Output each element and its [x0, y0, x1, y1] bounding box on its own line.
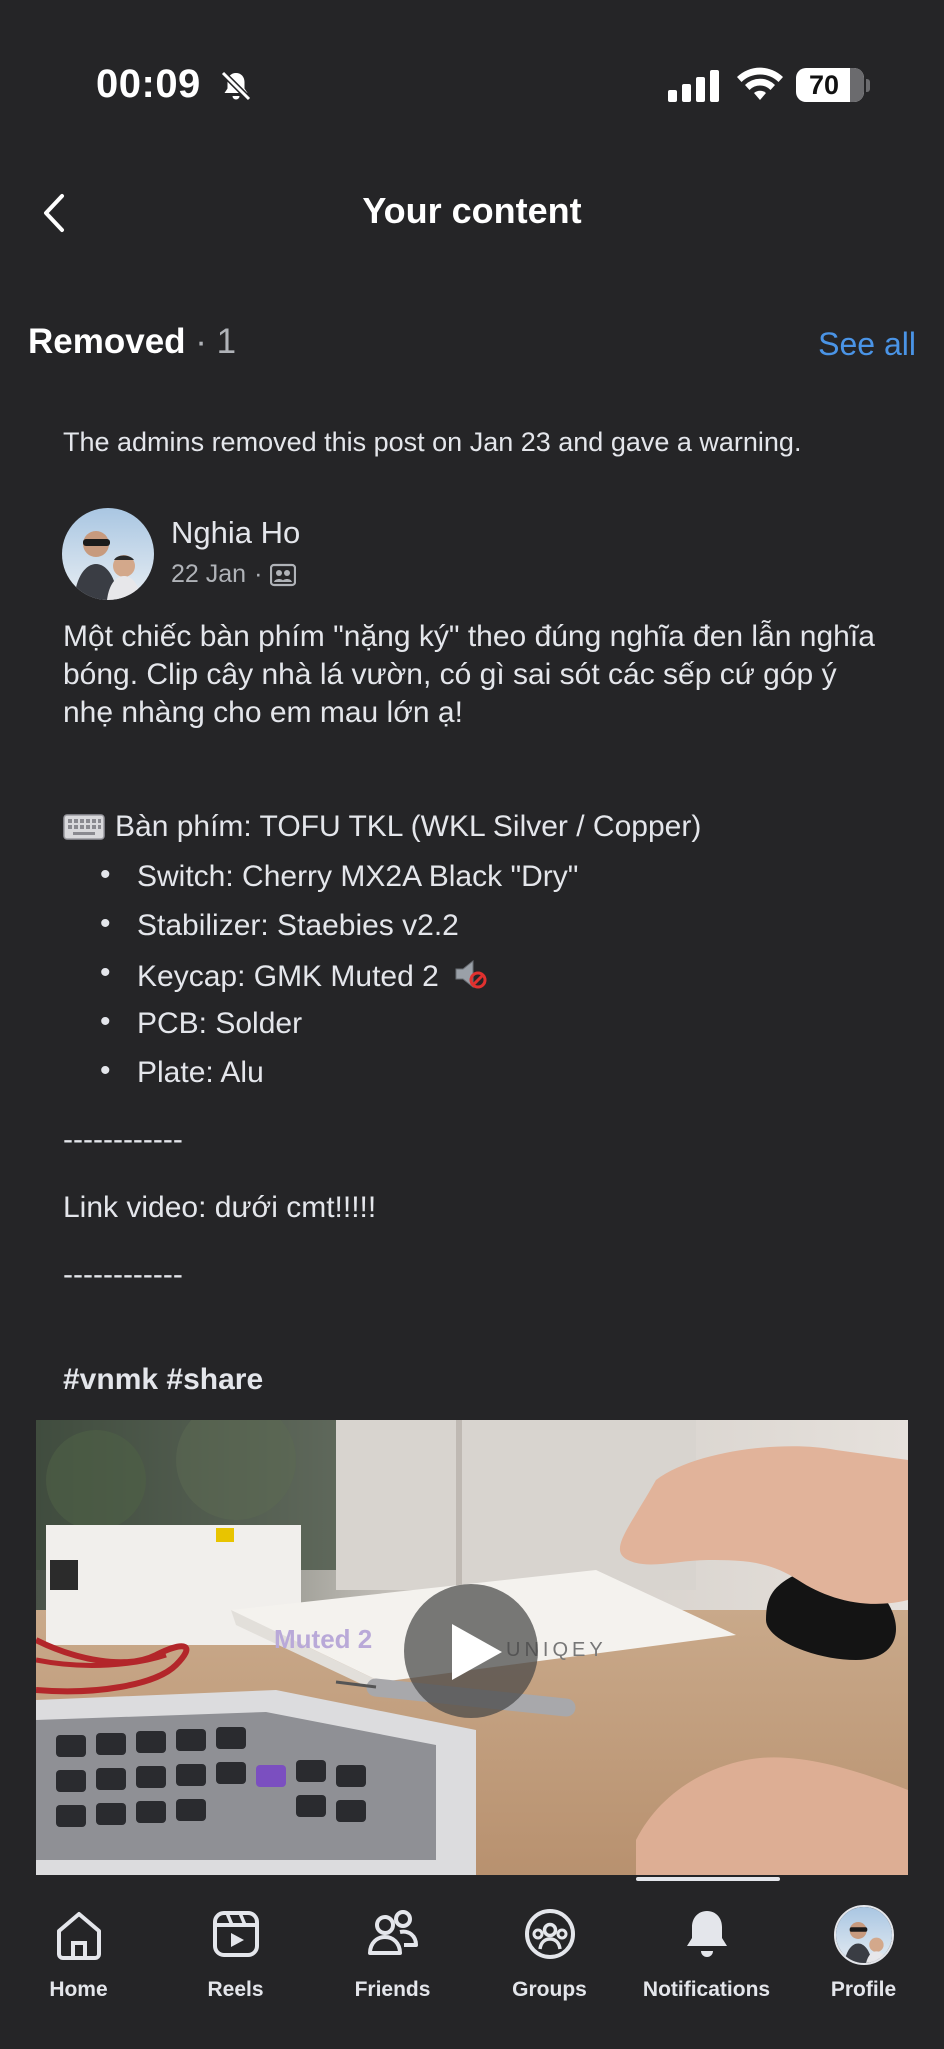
video-thumbnail[interactable]: Muted 2 UNIQEY — [36, 1420, 908, 1875]
nav-label-profile: Profile — [830, 1978, 897, 2001]
nav-notifications[interactable]: Notifications — [628, 1891, 785, 2001]
hashtags[interactable]: #vnmk #share — [63, 1363, 263, 1397]
bottom-navigation: Home Reels Friends Groups Notifications … — [0, 1877, 944, 2049]
reels-icon — [212, 1911, 259, 1957]
nav-label-home: Home — [49, 1978, 108, 2001]
keyboard-line-text: Bàn phím: TOFU TKL (WKL Silver / Copper) — [115, 810, 702, 843]
battery-tip — [866, 79, 870, 92]
author-name[interactable]: Nghia Ho — [171, 515, 300, 551]
status-bar: 00:09 70 — [0, 0, 944, 180]
play-button[interactable] — [404, 1584, 538, 1718]
nav-profile[interactable]: Profile — [785, 1891, 942, 2001]
section-title: Removed — [28, 322, 186, 361]
spec-keycap: Keycap: GMK Muted 2 — [137, 960, 439, 993]
link-video-line: Link video: dưới cmt!!!!! — [63, 1191, 377, 1224]
spec-stabilizer: Stabilizer: Staebies v2.2 — [137, 909, 459, 942]
spec-pcb: PCB: Solder — [137, 1007, 303, 1040]
post-body: Một chiếc bàn phím "nặng ký" theo đúng n… — [63, 620, 875, 729]
divider-line: ------------ — [63, 1123, 183, 1156]
spec-bullet: • — [100, 907, 111, 940]
meta-dot: · — [254, 560, 263, 588]
see-all-link[interactable]: See all — [818, 326, 916, 363]
nav-home[interactable]: Home — [0, 1891, 157, 2001]
groups-icon — [524, 1909, 575, 1959]
play-icon — [452, 1624, 502, 1680]
bell-icon — [686, 1911, 727, 1957]
section-separator: · — [185, 322, 217, 361]
spec-bullet: • — [100, 956, 111, 989]
nav-label-groups: Groups — [512, 1978, 587, 2001]
section-count: 1 — [216, 322, 237, 361]
home-icon — [56, 1912, 101, 1960]
divider-line: ------------ — [63, 1258, 183, 1291]
spec-keycap-line: Keycap: GMK Muted 2 — [137, 956, 487, 996]
wifi-icon — [737, 67, 783, 100]
battery-percent: 70 — [808, 70, 840, 100]
group-audience-icon — [270, 563, 297, 586]
page-header: Your content — [0, 180, 944, 270]
profile-avatar — [833, 1905, 894, 1965]
author-avatar[interactable] — [62, 508, 154, 600]
spec-plate: Plate: Alu — [137, 1056, 264, 1089]
nav-label-friends: Friends — [354, 1978, 431, 2001]
active-tab-indicator — [636, 1877, 780, 1881]
nav-label-notifications: Notifications — [642, 1978, 771, 2001]
removed-section-header: Removed · 1 See all — [28, 322, 916, 372]
nav-label-reels: Reels — [207, 1978, 264, 2001]
post-date[interactable]: 22 Jan — [171, 560, 246, 589]
friends-icon — [367, 1910, 418, 1955]
post-meta: 22 Jan · — [171, 560, 297, 589]
keyboard-line: Bàn phím: TOFU TKL (WKL Silver / Copper) — [63, 808, 701, 846]
battery-indicator: 70 — [796, 68, 864, 102]
spec-bullet: • — [100, 1054, 111, 1087]
nav-friends[interactable]: Friends — [314, 1891, 471, 2001]
page-title: Your content — [362, 190, 582, 231]
video-box-label: Muted 2 — [274, 1624, 372, 1654]
removal-notice: The admins removed this post on Jan 23 a… — [63, 427, 802, 457]
battery-empty-portion — [850, 68, 864, 102]
nav-reels[interactable]: Reels — [157, 1891, 314, 2001]
spec-bullet: • — [100, 1005, 111, 1038]
clock: 00:09 — [96, 62, 201, 106]
spec-switch: Switch: Cherry MX2A Black "Dry" — [137, 860, 579, 893]
spec-bullet: • — [100, 858, 111, 891]
nav-groups[interactable]: Groups — [471, 1891, 628, 2001]
cellular-signal-icon — [668, 70, 719, 102]
bell-off-icon — [220, 70, 252, 102]
muted-speaker-icon — [455, 959, 487, 989]
keyboard-icon — [63, 814, 105, 840]
